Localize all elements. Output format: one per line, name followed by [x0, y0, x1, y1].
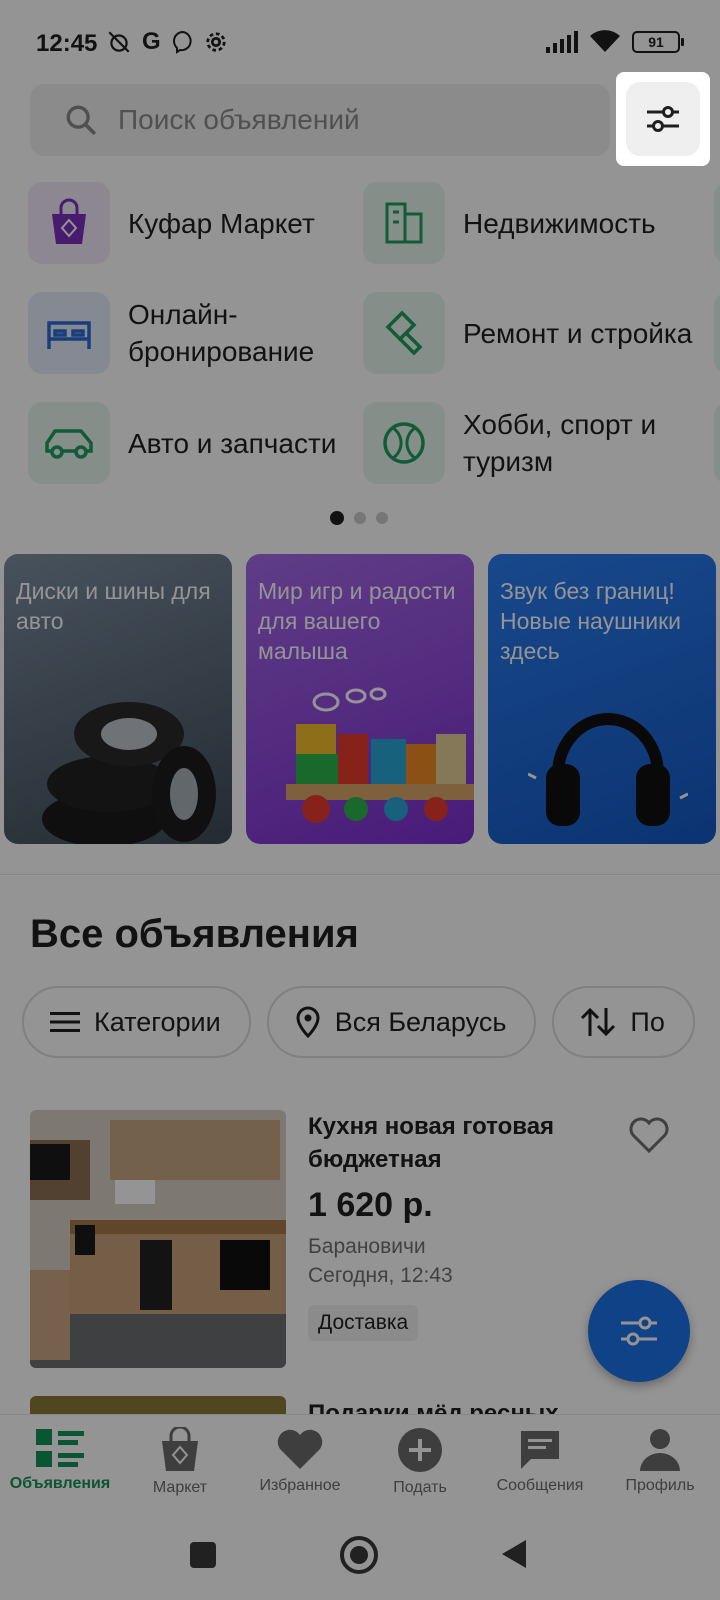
listings-icon [36, 1429, 84, 1467]
profile-icon [640, 1429, 680, 1471]
category-label: Недвижимость [463, 207, 656, 239]
listing-price: 1 620 р. [308, 1186, 433, 1224]
nav-listings[interactable]: Объявления [0, 1415, 120, 1520]
car-icon [28, 402, 110, 484]
category-label: Ремонт и стройка [463, 317, 693, 349]
search-row: Поиск объявлений [30, 84, 690, 156]
back-button[interactable] [500, 1538, 528, 1570]
bottom-navigation: Объявления Маркет Избранное Подать Сообщ… [0, 1414, 720, 1520]
banner-text: Звук без границ! Новые наушники здесь [500, 578, 681, 664]
chip-label: Вся Беларусь [334, 1006, 507, 1037]
pager-dot-active [330, 511, 344, 525]
nav-label: Сообщения [496, 1477, 584, 1494]
category-pager-dots [330, 511, 388, 525]
listing-date: Сегодня, 12:43 [308, 1264, 453, 1287]
nav-post-ad[interactable]: Подать [360, 1415, 480, 1520]
nav-market[interactable]: Маркет [120, 1415, 240, 1520]
nav-label: Профиль [625, 1477, 695, 1494]
category-label: Авто и запчасти [128, 427, 337, 459]
search-placeholder: Поиск объявлений [118, 104, 360, 135]
banner-headphones[interactable]: Звук без границ! Новые наушники здесь [488, 554, 716, 844]
category-online-booking[interactable]: Онлайн-бронирование [28, 292, 358, 374]
filter-fab-button[interactable] [588, 1280, 690, 1382]
tires-image [42, 702, 216, 844]
home-button-dot [350, 1546, 368, 1564]
search-icon [66, 105, 96, 135]
settings-gear-icon [206, 32, 226, 52]
category-next-peek [714, 402, 720, 484]
listing-photo [30, 1110, 286, 1368]
nav-profile[interactable]: Профиль [600, 1415, 720, 1520]
alarm-off-icon [108, 31, 130, 53]
category-label: Онлайн-бронирование [128, 299, 315, 367]
filter-button[interactable] [626, 82, 700, 156]
banner-text: Мир игр и радости для вашего малыша [258, 578, 456, 664]
categories-filter-chip[interactable]: Категории [22, 986, 251, 1058]
signal-icon [546, 31, 578, 53]
chip-label: По [630, 1006, 665, 1037]
status-system-icons: 91 [546, 30, 684, 54]
status-bar: 12:45 G 91 [0, 0, 720, 80]
section-divider [0, 874, 720, 875]
heart-icon [277, 1429, 323, 1469]
category-next-peek [714, 182, 720, 264]
building-icon [363, 182, 445, 264]
listing-city: Барановичи [308, 1235, 426, 1258]
ball-icon [363, 402, 445, 484]
category-label: Хобби, спорт и туризм [463, 409, 657, 477]
headphones-image [528, 713, 688, 826]
delivery-badge: Доставка [308, 1305, 419, 1341]
nav-label: Подать [393, 1479, 447, 1496]
google-icon: G [142, 28, 161, 55]
sliders-icon [647, 106, 679, 132]
sort-arrows-icon [581, 1007, 616, 1037]
nav-label: Избранное [259, 1477, 341, 1494]
category-kufar-market[interactable]: Куфар Маркет [28, 182, 358, 264]
chat-icon [521, 1431, 559, 1469]
toy-train-image [286, 687, 474, 823]
system-navigation-bar [0, 1520, 720, 1600]
favorite-heart-icon[interactable] [628, 1116, 670, 1154]
menu-icon [50, 1012, 80, 1032]
nav-favorites[interactable]: Избранное [240, 1415, 360, 1520]
category-label: Куфар Маркет [128, 207, 315, 239]
banner-toys[interactable]: Мир игр и радости для вашего малыша [246, 554, 474, 844]
market-bag-icon [28, 182, 110, 264]
sort-filter-chip[interactable]: По [552, 986, 695, 1058]
paint-roller-icon [363, 292, 445, 374]
promo-banners: Диски и шины для авто Мир игр и радости … [4, 554, 716, 844]
plus-circle-icon [398, 1428, 442, 1472]
wifi-icon [590, 30, 620, 52]
listing-photo [30, 1396, 286, 1416]
chip-label: Категории [94, 1006, 221, 1037]
category-next-peek [714, 292, 720, 374]
category-real-estate[interactable]: Недвижимость [363, 182, 693, 264]
category-auto[interactable]: Авто и запчасти [28, 402, 358, 484]
recent-apps-button[interactable] [190, 1542, 216, 1568]
viber-icon [172, 30, 192, 54]
nav-label: Маркет [152, 1479, 208, 1496]
market-bag-icon [162, 1427, 198, 1471]
location-filter-chip[interactable]: Вся Беларусь [266, 986, 537, 1058]
section-title: Все объявления [30, 912, 359, 956]
battery-indicator: 91 [632, 31, 684, 53]
filter-button-highlight[interactable] [616, 72, 710, 166]
status-time: 12:45 [36, 30, 98, 57]
listing-title: Кухня новая готовая бюджетная [308, 1113, 555, 1173]
bed-icon [28, 292, 110, 374]
pager-dot [376, 512, 388, 524]
pager-dot [354, 512, 366, 524]
nav-messages[interactable]: Сообщения [480, 1415, 600, 1520]
sliders-icon [621, 1316, 657, 1346]
location-pin-icon [296, 1006, 320, 1038]
banner-text: Диски и шины для авто [16, 578, 211, 634]
nav-label: Объявления [9, 1475, 111, 1492]
category-repair[interactable]: Ремонт и стройка [363, 292, 693, 374]
category-hobby[interactable]: Хобби, спорт и туризм [363, 402, 693, 484]
filter-chips: Категории Вся Беларусь По [22, 986, 695, 1058]
search-input[interactable]: Поиск объявлений [30, 84, 610, 156]
home-button[interactable] [340, 1536, 378, 1574]
banner-tires[interactable]: Диски и шины для авто [4, 554, 232, 844]
status-notification-icons: G [106, 28, 227, 56]
